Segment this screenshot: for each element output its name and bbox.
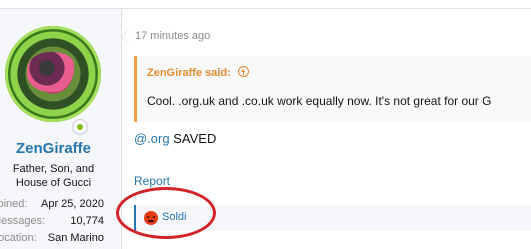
user-title-line1: Father, Son, and <box>12 163 95 175</box>
mention-link[interactable]: @.org <box>134 131 170 146</box>
quote-header[interactable]: ZenGiraffe said: <box>147 66 249 79</box>
username-link[interactable]: ZenGiraffe <box>0 140 107 157</box>
stat-value: Apr 25, 2020 <box>41 198 104 210</box>
user-stats: Joined: Apr 25, 2020 Messages: 10,774 Lo… <box>0 196 104 247</box>
annotation-circle <box>116 187 216 239</box>
user-title: Father, Son, and House of Gucci <box>0 162 107 190</box>
stat-location: Location: San Marino <box>0 230 104 247</box>
stat-label: Location: <box>0 232 37 244</box>
post-text: @.org SAVED <box>134 131 216 146</box>
stat-messages: Messages: 10,774 <box>0 213 104 230</box>
post-timestamp[interactable]: 17 minutes ago <box>135 30 210 42</box>
quote-block: ZenGiraffe said: Cool. .org.uk and .co.u… <box>134 56 531 122</box>
stat-joined: Joined: Apr 25, 2020 <box>0 196 104 213</box>
stat-label: Joined: <box>0 198 28 210</box>
post-text-rest: SAVED <box>169 131 217 146</box>
user-title-line2: House of Gucci <box>15 177 92 189</box>
stat-value: 10,774 <box>70 215 104 227</box>
user-info-panel: ZenGiraffe Father, Son, and House of Guc… <box>0 9 122 249</box>
go-to-quote-icon[interactable] <box>237 66 249 77</box>
quote-text: Cool. .org.uk and .co.uk work equally no… <box>147 94 492 108</box>
message-arrow-inner <box>122 30 129 44</box>
stat-label: Messages: <box>0 215 46 227</box>
report-link[interactable]: Report <box>134 174 170 188</box>
stat-value: San Marino <box>47 232 104 244</box>
avatar[interactable] <box>5 26 101 122</box>
online-status-icon <box>73 120 87 134</box>
quote-author[interactable]: ZenGiraffe said: <box>147 67 231 79</box>
